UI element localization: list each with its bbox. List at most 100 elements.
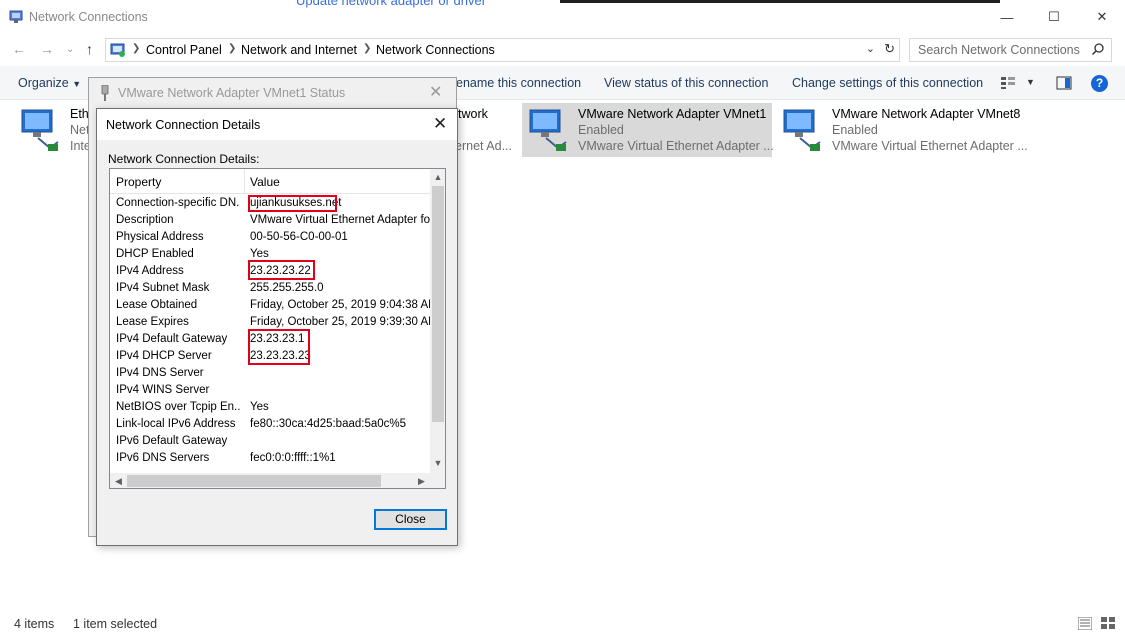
view-options-dropdown-icon[interactable]: ▼ bbox=[1026, 77, 1035, 87]
forward-arrow-icon[interactable]: → bbox=[40, 41, 54, 57]
address-bar[interactable]: ❯ Control Panel ❯ Network and Internet ❯… bbox=[105, 38, 900, 62]
scroll-up-icon[interactable]: ▲ bbox=[430, 169, 445, 186]
search-input[interactable]: Search Network Connections bbox=[918, 43, 1080, 57]
connection-status: Enabled bbox=[832, 123, 878, 137]
preview-pane-icon[interactable] bbox=[1056, 76, 1072, 90]
table-row[interactable]: Lease Obtained Friday, October 25, 2019 9… bbox=[110, 298, 430, 315]
connection-device: ernet Ad... bbox=[455, 139, 512, 153]
value-cell: VMware Virtual Ethernet Adapter for V bbox=[250, 214, 430, 226]
status-bar: 4 items 1 item selected bbox=[0, 612, 1125, 636]
table-row[interactable]: Link-local IPv6 Address fe80::30ca:4d25:b… bbox=[110, 417, 430, 434]
table-row[interactable]: Description VMware Virtual Ethernet Adapt… bbox=[110, 213, 430, 230]
vertical-scrollbar[interactable]: ▲ ▼ bbox=[430, 169, 445, 473]
property-cell: Lease Obtained bbox=[116, 299, 198, 311]
breadcrumb-network-and-internet[interactable]: Network and Internet bbox=[241, 43, 357, 57]
search-box[interactable]: Search Network Connections bbox=[909, 38, 1112, 62]
refresh-icon[interactable]: ↻ bbox=[884, 41, 895, 57]
network-connections-icon bbox=[9, 10, 23, 23]
property-cell: IPv4 Default Gateway bbox=[116, 333, 228, 345]
value-cell: 255.255.255.0 bbox=[250, 282, 324, 294]
details-dialog-titlebar: Network Connection Details ✕ bbox=[97, 109, 457, 140]
background-window-text: Update network adapter or driver bbox=[296, 0, 487, 8]
property-cell: Connection-specific DN... bbox=[116, 197, 240, 209]
property-cell: IPv6 Default Gateway bbox=[116, 435, 228, 447]
column-divider[interactable] bbox=[244, 169, 245, 194]
value-cell: Yes bbox=[250, 248, 269, 260]
connection-device: VMware Virtual Ethernet Adapter ... bbox=[578, 139, 774, 153]
breadcrumb-control-panel[interactable]: Control Panel bbox=[146, 43, 222, 57]
property-cell: IPv4 Address bbox=[116, 265, 184, 277]
vertical-scroll-thumb[interactable] bbox=[432, 186, 444, 422]
scroll-left-icon[interactable]: ◀ bbox=[110, 473, 127, 488]
value-cell: fe80::30ca:4d25:baad:5a0c%5 bbox=[250, 418, 407, 430]
table-row[interactable]: IPv6 Default Gateway bbox=[110, 434, 430, 451]
table-row[interactable]: Physical Address 00-50-56-C0-00-01 bbox=[110, 230, 430, 247]
table-row[interactable]: IPv6 DNS Servers fec0:0:0:ffff::1%1 bbox=[110, 451, 430, 468]
window-title: Network Connections bbox=[29, 10, 148, 24]
network-adapter-icon bbox=[783, 109, 821, 151]
details-dialog-close-icon[interactable]: ✕ bbox=[433, 114, 447, 134]
item-count: 4 items bbox=[14, 617, 55, 631]
property-cell: Link-local IPv6 Address bbox=[116, 418, 236, 430]
details-dialog-title: Network Connection Details bbox=[106, 118, 261, 132]
view-status-button[interactable]: View status of this connection bbox=[604, 76, 768, 90]
close-button[interactable]: Close bbox=[374, 509, 447, 530]
address-dropdown-chevron-icon[interactable]: ⌄ bbox=[866, 42, 875, 55]
minimize-button[interactable]: — bbox=[984, 0, 1030, 34]
connection-item-vmnet1[interactable]: VMware Network Adapter VMnet1 Enabled VM… bbox=[522, 103, 774, 157]
horizontal-scrollbar[interactable]: ◀ ▶ bbox=[110, 473, 430, 488]
scroll-down-icon[interactable]: ▼ bbox=[430, 455, 445, 472]
recent-locations-chevron-icon[interactable]: ⌄ bbox=[66, 44, 74, 55]
connection-name: VMware Network Adapter VMnet8 bbox=[832, 107, 1021, 121]
property-cell: NetBIOS over Tcpip En... bbox=[116, 401, 240, 413]
help-button[interactable]: ? bbox=[1091, 75, 1108, 92]
view-options-icon[interactable] bbox=[1000, 76, 1016, 90]
breadcrumb-network-connections[interactable]: Network Connections bbox=[376, 43, 495, 57]
maximize-button[interactable]: ☐ bbox=[1031, 0, 1077, 34]
search-icon[interactable] bbox=[1091, 42, 1105, 56]
connection-item-vmnet8[interactable]: VMware Network Adapter VMnet8 Enabled VM… bbox=[776, 103, 1028, 157]
selection-count: 1 item selected bbox=[73, 617, 158, 631]
value-column-header[interactable]: Value bbox=[250, 175, 280, 189]
maximize-icon: ☐ bbox=[1048, 9, 1060, 24]
minimize-icon: — bbox=[1000, 9, 1014, 25]
network-adapter-icon bbox=[529, 109, 567, 151]
scroll-right-icon[interactable]: ▶ bbox=[413, 473, 430, 488]
change-settings-button[interactable]: Change settings of this connection bbox=[792, 76, 983, 90]
breadcrumb-separator-icon: ❯ bbox=[132, 43, 141, 54]
scrollbar-corner bbox=[430, 473, 445, 488]
connection-details-dialog: Network Connection Details ✕ Network Con… bbox=[96, 108, 458, 546]
property-cell: IPv6 DNS Servers bbox=[116, 452, 210, 464]
value-cell: Yes bbox=[250, 401, 269, 413]
connection-item-ethernet[interactable]: Eth Net Inte bbox=[14, 103, 94, 157]
details-list[interactable]: Property Value Connection-specific DN...… bbox=[109, 168, 446, 489]
highlight-box-ipv4-address bbox=[248, 260, 315, 280]
background-window-edge bbox=[560, 0, 1000, 3]
network-plug-icon bbox=[101, 85, 109, 101]
details-label: Network Connection Details: bbox=[108, 152, 260, 166]
status-dialog-close-icon[interactable]: ✕ bbox=[429, 82, 442, 102]
value-cell: fec0:0:0:ffff::1%1 bbox=[250, 452, 336, 464]
close-window-button[interactable]: ✕ bbox=[1079, 0, 1125, 34]
organize-button[interactable]: Organize ▼ bbox=[18, 76, 81, 90]
table-row[interactable]: IPv4 WINS Server bbox=[110, 383, 430, 400]
back-arrow-icon[interactable]: ← bbox=[12, 41, 26, 57]
connection-status: Net bbox=[70, 123, 90, 137]
value-cell: Friday, October 25, 2019 9:39:30 AM bbox=[250, 316, 430, 328]
up-arrow-icon[interactable]: ↑ bbox=[86, 41, 93, 57]
property-cell: IPv4 WINS Server bbox=[116, 384, 210, 396]
property-cell: Lease Expires bbox=[116, 316, 189, 328]
large-icons-view-icon[interactable] bbox=[1101, 617, 1115, 630]
property-cell: IPv4 DHCP Server bbox=[116, 350, 212, 362]
details-view-icon[interactable] bbox=[1078, 617, 1092, 630]
close-icon: ✕ bbox=[1096, 9, 1108, 24]
table-row[interactable]: IPv4 DNS Server bbox=[110, 366, 430, 383]
table-row[interactable]: NetBIOS over Tcpip En... Yes bbox=[110, 400, 430, 417]
property-cell: DHCP Enabled bbox=[116, 248, 194, 260]
connection-name: VMware Network Adapter VMnet1 bbox=[578, 107, 767, 121]
horizontal-scroll-thumb[interactable] bbox=[127, 475, 381, 487]
table-row[interactable]: IPv4 Subnet Mask 255.255.255.0 bbox=[110, 281, 430, 298]
rename-connection-button[interactable]: Rename this connection bbox=[447, 76, 581, 90]
property-column-header[interactable]: Property bbox=[116, 175, 161, 189]
list-header: Property Value bbox=[110, 169, 430, 194]
